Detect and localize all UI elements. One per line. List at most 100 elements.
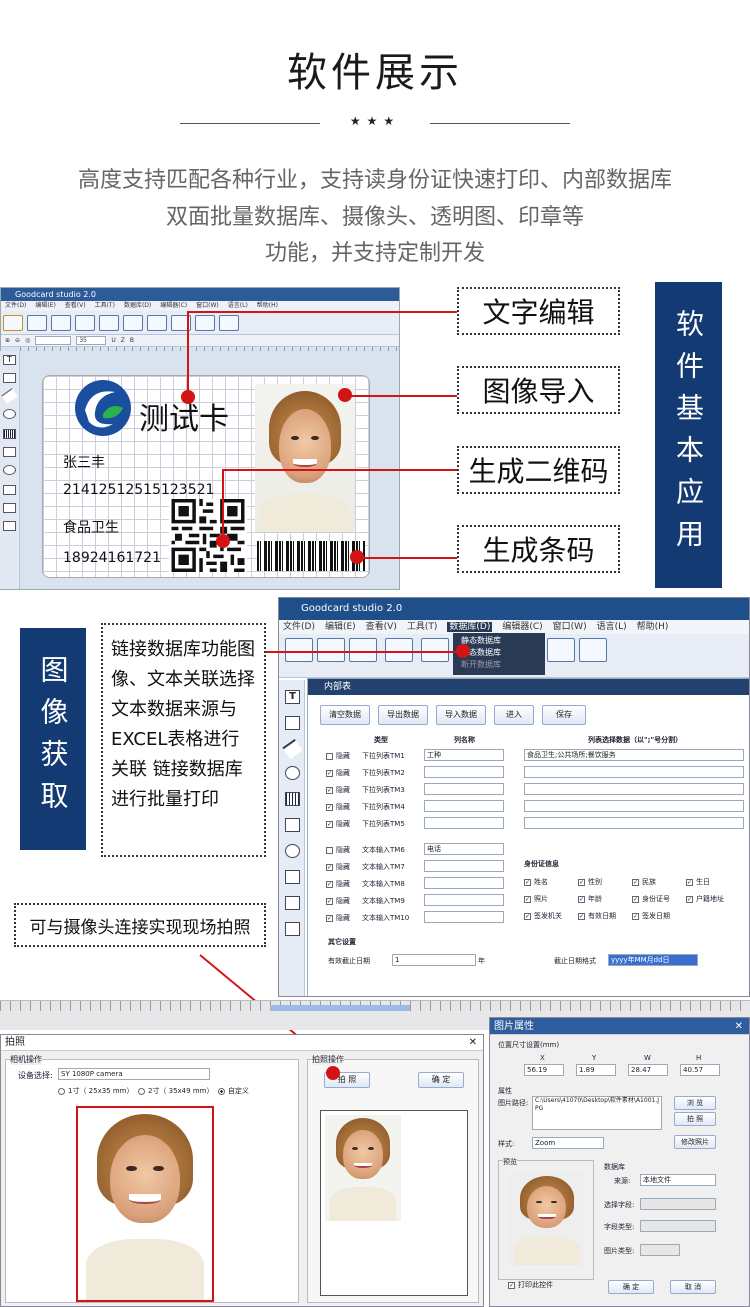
line-tool-icon-2[interactable] [282, 738, 303, 760]
menu-help[interactable]: 帮助(H) [257, 302, 278, 309]
path-input[interactable]: C:\Users\41070\Desktop\软件素材\A1001.JPG [532, 1096, 662, 1130]
camera-tool-icon[interactable] [3, 465, 16, 475]
new-icon-2[interactable] [285, 638, 313, 662]
menu-editor[interactable]: 编辑器(C) [160, 302, 187, 309]
menu-dynamic-db[interactable]: 动态数据库 [461, 647, 537, 659]
coord-input[interactable]: 56.19 [524, 1064, 564, 1076]
camera-tool-icon-2[interactable] [285, 844, 300, 858]
batch-print-icon[interactable] [147, 314, 167, 331]
source-select[interactable]: 本地文件 [640, 1174, 716, 1186]
stamp-tool-icon-2[interactable] [285, 870, 300, 884]
id-field-checkbox[interactable]: ✓ 年龄 [578, 894, 602, 904]
field-type-select[interactable] [640, 1220, 716, 1232]
hide-checkbox[interactable]: ✓ 隐藏 [326, 785, 350, 795]
id-field-checkbox[interactable]: ✓ 签发日期 [632, 911, 670, 921]
menu2-edit[interactable]: 编辑(E) [325, 622, 356, 632]
enter-button[interactable]: 进入 [494, 705, 534, 725]
hide-checkbox[interactable]: 隐藏 [326, 845, 350, 855]
font-size-select[interactable]: 35 [76, 336, 107, 345]
menu-view[interactable]: 查看(V) [65, 302, 86, 309]
row-name-input[interactable] [424, 877, 504, 889]
coord-input[interactable]: 40.57 [680, 1064, 720, 1076]
qr-code[interactable] [169, 499, 247, 572]
row-data-input[interactable]: 食品卫生;公共场所;餐饮服务 [524, 749, 744, 761]
hide-checkbox[interactable]: ✓ 隐藏 [326, 879, 350, 889]
hide-checkbox[interactable]: 隐藏 [326, 751, 350, 761]
style-select[interactable]: Zoom [532, 1137, 604, 1149]
menu2-database[interactable]: 数据库(D) [447, 622, 493, 632]
id-field-checkbox[interactable]: ✓ 签发机关 [524, 911, 562, 921]
close-icon[interactable]: ✕ [469, 1035, 477, 1051]
confirm-button[interactable]: 确 定 [418, 1072, 464, 1088]
format-select[interactable]: yyyy年MM月dd日 [608, 954, 698, 966]
menu2-view[interactable]: 查看(V) [366, 622, 397, 632]
open-icon-2[interactable] [317, 638, 345, 662]
row-name-input[interactable] [424, 817, 504, 829]
menu-static-db[interactable]: 静态数据库 [461, 635, 537, 647]
print-icon[interactable] [99, 314, 119, 331]
valid-input[interactable]: 1 [392, 954, 476, 966]
browse-button[interactable]: 浏 览 [674, 1096, 716, 1110]
text-tool-icon-2[interactable]: T [285, 690, 300, 704]
device-select[interactable]: SY 1080P camera [58, 1068, 210, 1080]
font-select[interactable] [35, 336, 72, 345]
layout-icon[interactable] [219, 314, 239, 331]
bold-button[interactable]: B [130, 337, 134, 344]
layout-icon-2[interactable] [579, 638, 607, 662]
row-name-input[interactable]: 电话 [424, 843, 504, 855]
hide-checkbox[interactable]: ✓ 隐藏 [326, 819, 350, 829]
line-tool-icon[interactable] [1, 388, 18, 404]
row-data-input[interactable] [524, 783, 744, 795]
row-data-input[interactable] [524, 766, 744, 778]
export-icon-2[interactable] [385, 638, 413, 662]
row-data-input[interactable] [524, 800, 744, 812]
hide-checkbox[interactable]: ✓ 隐藏 [326, 913, 350, 923]
underline-button[interactable]: U [111, 337, 115, 344]
id-field-checkbox[interactable]: ✓ 户籍地址 [686, 894, 724, 904]
id-field-checkbox[interactable]: ✓ 有效日期 [578, 911, 616, 921]
text-tool-icon[interactable]: T [3, 355, 16, 365]
row-data-input[interactable] [524, 817, 744, 829]
modify-photo-button[interactable]: 修改照片 [674, 1135, 716, 1149]
radio-custom[interactable]: 自定义 [217, 1087, 249, 1095]
export-icon[interactable] [75, 314, 95, 331]
hide-checkbox[interactable]: ✓ 隐藏 [326, 862, 350, 872]
ok-button[interactable]: 确 定 [608, 1280, 654, 1294]
id-field-checkbox[interactable]: ✓ 姓名 [524, 877, 548, 887]
row-name-input[interactable] [424, 766, 504, 778]
menu2-editor[interactable]: 编辑器(C) [502, 622, 542, 632]
print-icon-2[interactable] [421, 638, 449, 662]
image-tool-icon-2[interactable] [285, 716, 300, 730]
export-data-button[interactable]: 导出数据 [378, 705, 428, 725]
menu-window[interactable]: 窗口(W) [196, 302, 219, 309]
menu-edit[interactable]: 编辑(E) [35, 302, 55, 309]
fit-icon[interactable]: ◎ [25, 337, 30, 344]
field-select[interactable] [640, 1198, 716, 1210]
row-name-input[interactable] [424, 911, 504, 923]
erase-tool-icon-2[interactable] [285, 896, 300, 910]
hide-checkbox[interactable]: ✓ 隐藏 [326, 802, 350, 812]
id-card-canvas[interactable]: 测试卡 张三丰 21412512515123521 食品卫生 189241617… [42, 375, 370, 578]
id-field-checkbox[interactable]: ✓ 生日 [686, 877, 710, 887]
camera-preview[interactable] [76, 1106, 214, 1302]
qrcode-tool-icon[interactable] [3, 447, 16, 457]
save-icon-2[interactable] [349, 638, 377, 662]
menu2-window[interactable]: 窗口(W) [553, 622, 587, 632]
shoot-button-2[interactable]: 拍 照 [674, 1112, 716, 1126]
database-icon-2[interactable] [547, 638, 575, 662]
erase-tool-icon[interactable] [3, 503, 16, 513]
radio-2inch[interactable]: 2寸（ 35x49 mm） [137, 1087, 213, 1095]
menu2-language[interactable]: 语言(L) [597, 622, 627, 632]
clear-data-button[interactable]: 清空数据 [320, 705, 370, 725]
hide-checkbox[interactable]: ✓ 隐藏 [326, 896, 350, 906]
qrcode-tool-icon-2[interactable] [285, 818, 300, 832]
coord-input[interactable]: 1.89 [576, 1064, 616, 1076]
barcode-tool-icon[interactable] [3, 429, 16, 439]
print-control-checkbox[interactable]: ✓ 打印此控件 [508, 1280, 553, 1290]
other-tool-icon-2[interactable] [285, 922, 300, 936]
row-name-input[interactable] [424, 783, 504, 795]
id-field-checkbox[interactable]: ✓ 性别 [578, 877, 602, 887]
cancel-button[interactable]: 取 消 [670, 1280, 716, 1294]
open-icon[interactable] [27, 314, 47, 331]
id-field-checkbox[interactable]: ✓ 民族 [632, 877, 656, 887]
